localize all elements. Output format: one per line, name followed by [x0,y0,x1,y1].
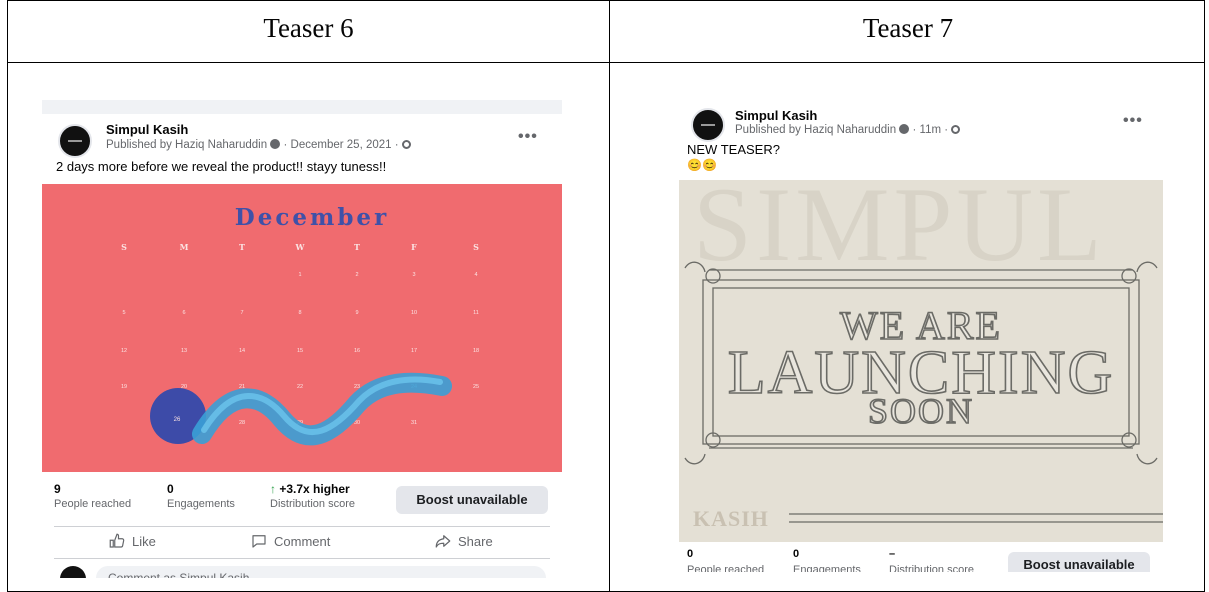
header-divider [8,62,1204,63]
post-date[interactable]: December 25, 2021 [291,139,392,151]
info-icon [899,124,910,134]
post-text: 2 days more before we reveal the product… [56,159,387,174]
share-icon [435,535,451,548]
teaser-6-post: Simpul Kasih Published by Haziq Naharudd… [42,100,562,578]
boost-button[interactable]: Boost unavailable [1008,552,1150,572]
comment-input[interactable]: Comment as Simpul Kasih [96,566,546,578]
boost-button[interactable]: Boost unavailable [396,486,548,514]
calendar-day: 17 [410,348,418,354]
calendar-image[interactable]: December S M T W T F S 1 2 3 4 5 6 7 8 9 10 11 12 13 14 15 16 1… [42,184,562,472]
calendar-day: 11 [473,310,479,316]
reached-value: 0 [687,548,694,560]
more-options-icon[interactable]: ••• [1123,112,1143,130]
globe-icon [401,140,411,149]
calendar-day: 7 [240,310,244,316]
page-avatar[interactable] [58,124,92,158]
weekday-label: T [354,242,360,252]
like-label: Like [132,533,156,549]
calendar-day: 5 [122,310,126,316]
globe-icon [951,125,961,134]
distribution-score: ↑ +3.7x higher [270,482,350,496]
calendar-day: 9 [355,310,359,316]
engagements-label: Engagements [167,498,235,510]
brush-stroke [192,372,452,446]
calendar-month: December [234,204,390,231]
distribution-label: Distribution score [270,498,355,510]
calendar-day: 12 [120,348,128,354]
commenter-avatar [60,566,86,578]
calendar-day: 19 [120,384,128,390]
distribution-label: Distribution score [889,564,974,572]
calendar-day: 18 [472,348,480,354]
reached-label: People reached [54,498,132,510]
calendar-day: 14 [238,348,246,354]
comment-button[interactable]: Comment [250,532,330,550]
highlight-day: 26 [173,417,181,423]
calendar-day: 3 [412,272,416,278]
teaser-7-post: Simpul Kasih Published by Haziq Naharudd… [679,100,1163,572]
reached-label: People reached [687,564,765,572]
calendar-day: 15 [296,348,304,354]
weekday-label: W [295,242,305,252]
actions-divider-top [54,526,550,527]
actions-divider-bottom [54,558,550,559]
insights-bar: 9 People reached 0 Engagements ↑ +3.7x h… [42,478,562,530]
weekday-label: T [239,242,245,252]
share-label: Share [458,533,493,549]
weekday-label: M [179,242,189,252]
weekday-label: S [473,242,479,252]
engagements-value: 0 [167,482,174,496]
thumbs-up-icon [109,533,125,548]
post-meta: Published by Haziq Naharuddin · 11m · [735,124,961,136]
calendar-day: 1 [298,272,302,278]
calendar-day: 4 [474,272,478,278]
post-text: NEW TEASER? [687,142,780,157]
publisher[interactable]: Published by Haziq Naharuddin [735,124,896,136]
calendar-day: 10 [410,310,418,316]
weekday-label: S [121,242,127,252]
weekday-label: F [411,242,417,252]
post-emoji: 😊😊 [687,158,717,172]
launching-image[interactable]: SIMPUL WE ARE LAUNCHING SOON KASIH [679,180,1163,542]
brand-kasih: KASIH [693,506,769,531]
arrow-up-icon: ↑ [270,482,276,496]
calendar-day: 16 [353,348,361,354]
calendar-day: 8 [298,310,302,316]
like-button[interactable]: Like [108,532,156,550]
comment-icon [252,535,266,548]
distribution-value: +3.7x higher [279,482,350,496]
page-name[interactable]: Simpul Kasih [106,122,188,137]
more-options-icon[interactable]: ••• [518,128,538,146]
page-avatar[interactable] [691,108,725,142]
reached-value: 9 [54,482,61,496]
share-button[interactable]: Share [434,532,493,550]
comment-label: Comment [274,533,331,549]
calendar-day: 6 [182,310,186,316]
headline-soon: SOON [867,390,974,432]
calendar-day: 13 [180,348,188,354]
insights-bar: 0 People reached 0 Engagements – Distrib… [679,548,1163,572]
distribution-value: – [889,548,896,560]
header-teaser-6: Teaser 6 [263,13,354,43]
engagements-value: 0 [793,548,800,560]
calendar-day: 25 [472,384,480,390]
info-icon [270,139,281,149]
calendar-day: 2 [355,272,359,278]
post-meta: Published by Haziq Naharuddin · December… [106,139,411,151]
publisher[interactable]: Published by Haziq Naharuddin [106,139,267,151]
feed-top-band [42,100,562,114]
engagements-label: Engagements [793,564,861,572]
page-name[interactable]: Simpul Kasih [735,108,817,123]
column-divider [609,1,610,591]
header-teaser-7: Teaser 7 [862,13,954,43]
post-time[interactable]: 11m [920,124,942,136]
